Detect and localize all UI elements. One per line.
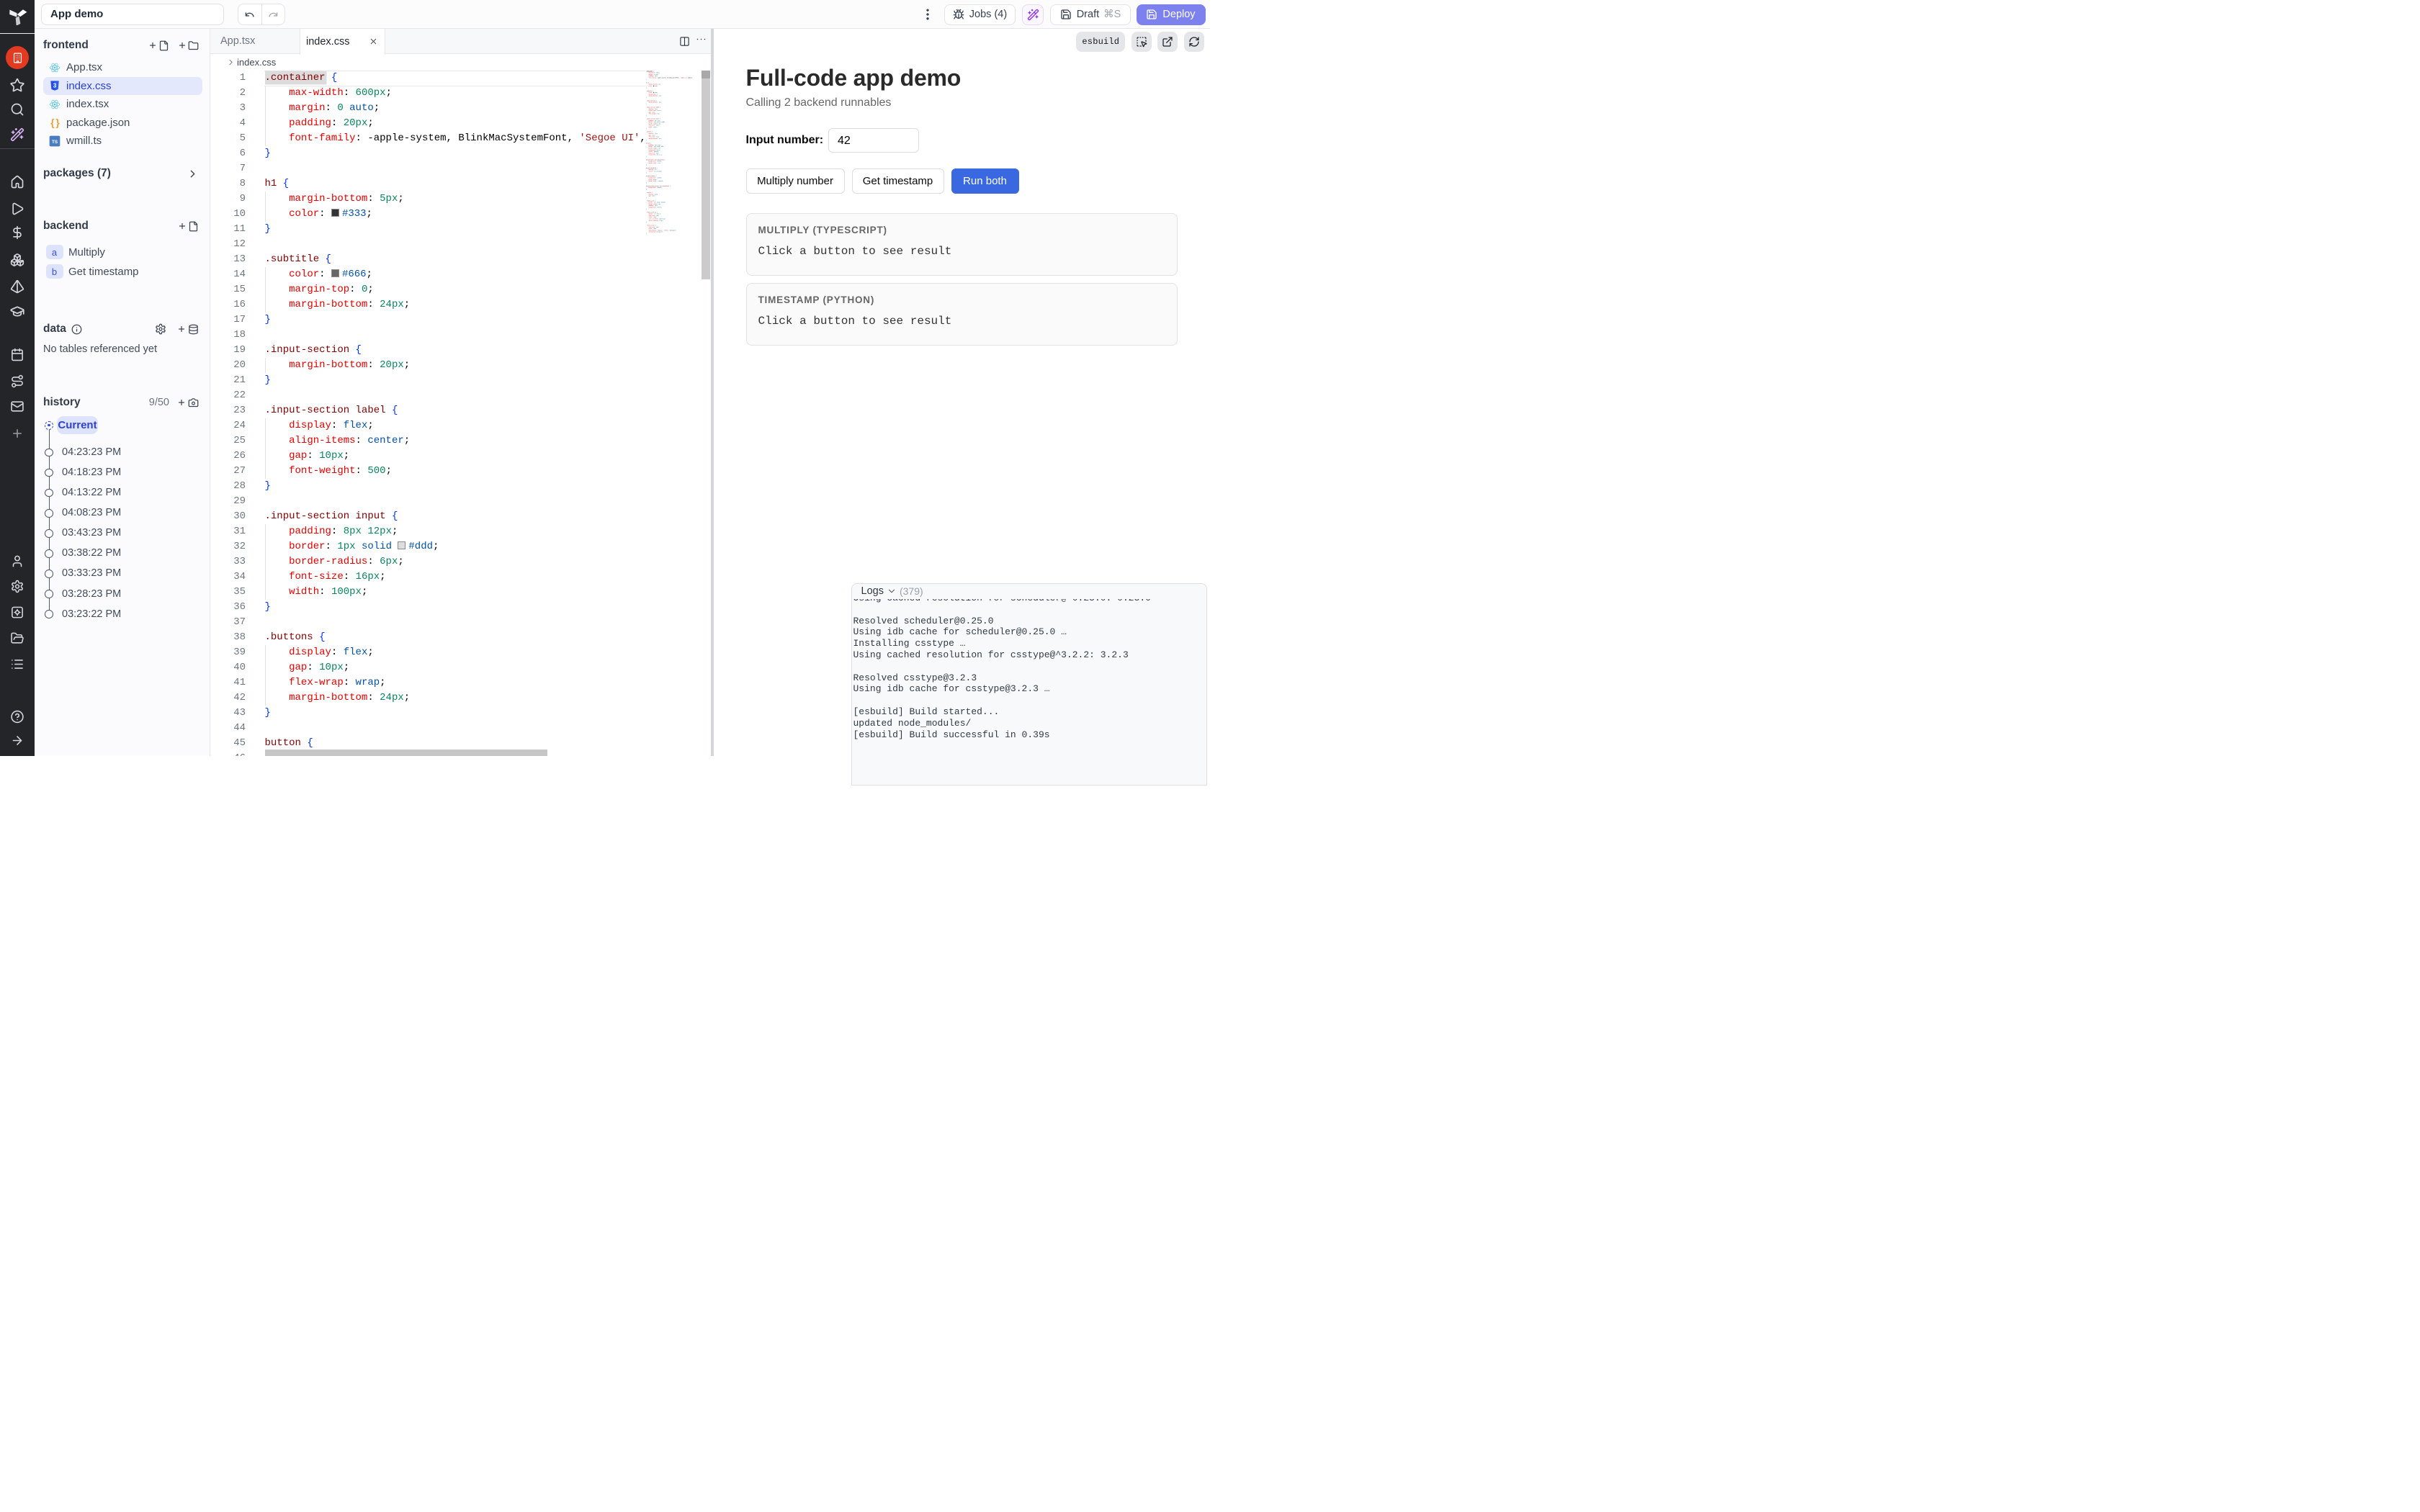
svg-text:3: 3 (53, 82, 57, 89)
svg-text:TS: TS (52, 140, 58, 145)
